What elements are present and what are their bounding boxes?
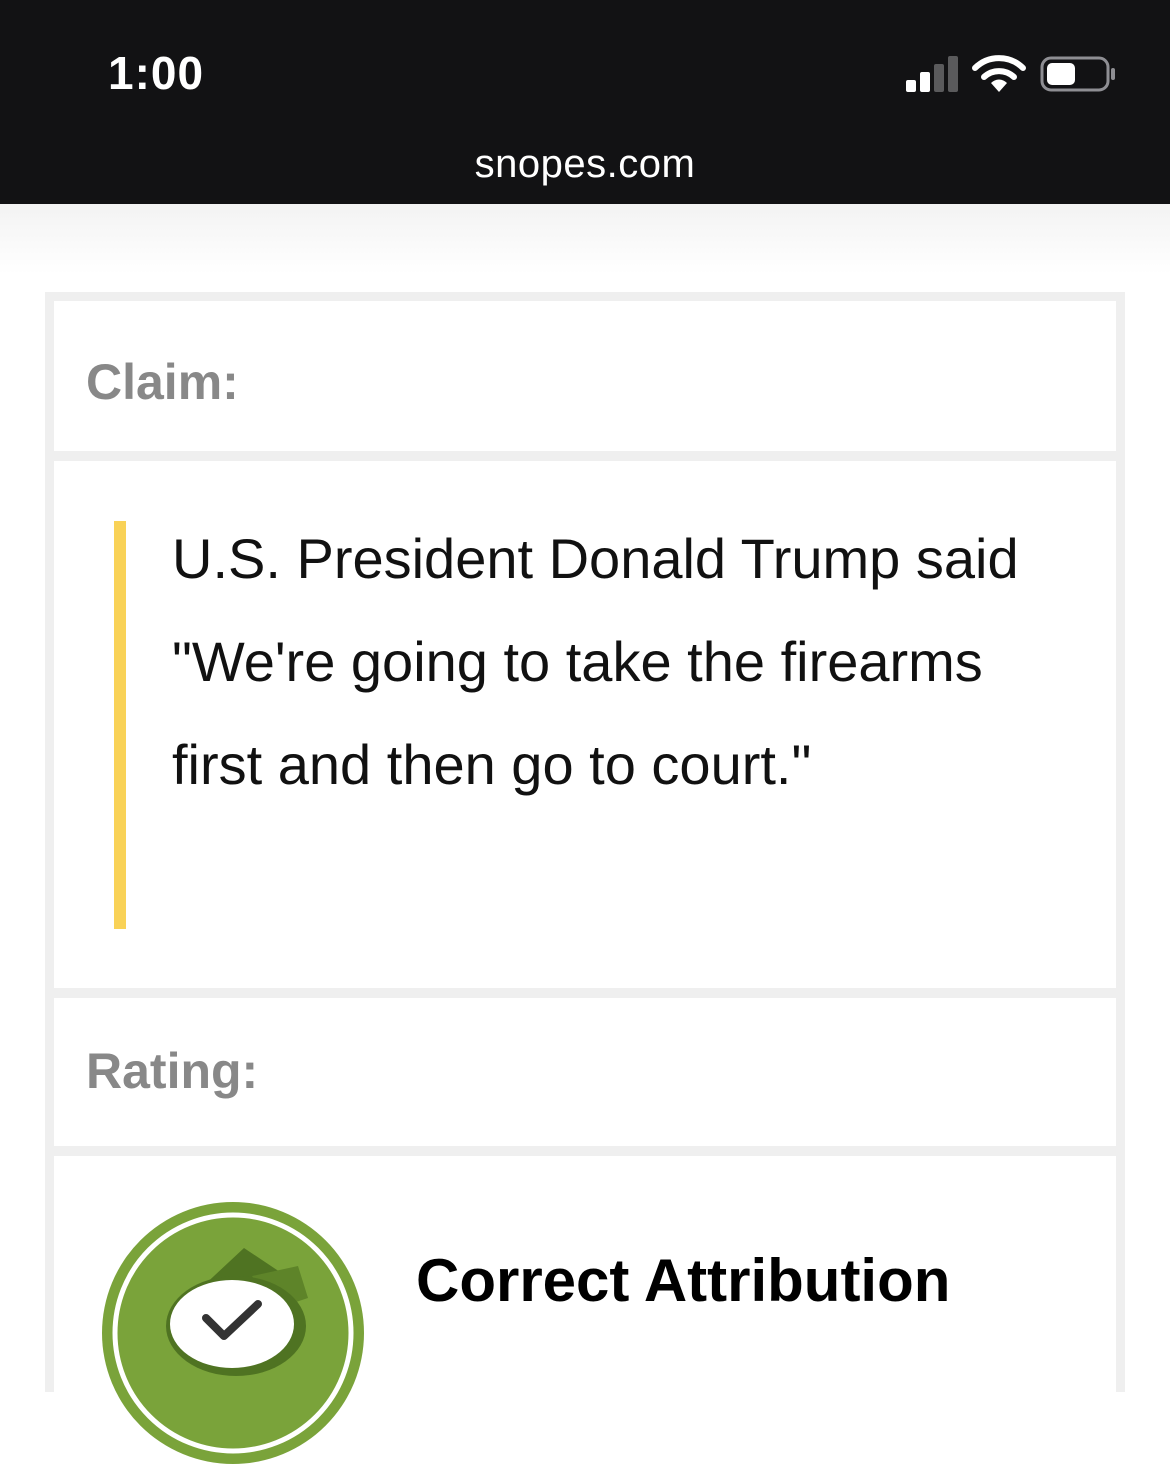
claim-header: Claim: bbox=[54, 301, 1116, 451]
wifi-icon bbox=[972, 55, 1026, 92]
address-bar-url[interactable]: snopes.com bbox=[0, 142, 1170, 187]
claim-body: U.S. President Donald Trump said "We're … bbox=[54, 461, 1116, 988]
header-shadow bbox=[0, 204, 1170, 274]
battery-icon bbox=[1040, 56, 1115, 92]
rating-value: Correct Attribution bbox=[416, 1247, 951, 1314]
rating-label: Rating: bbox=[86, 1043, 259, 1099]
correct-attribution-icon bbox=[102, 1202, 364, 1464]
claim-label: Claim: bbox=[86, 354, 239, 410]
clock-time: 1:00 bbox=[108, 47, 205, 99]
status-bar: 1:00 snopes.com bbox=[0, 0, 1170, 204]
quote-accent-bar bbox=[114, 521, 126, 929]
signal-icon bbox=[906, 56, 958, 92]
rating-body: Correct Attribution bbox=[54, 1156, 1116, 1464]
claim-text: U.S. President Donald Trump said "We're … bbox=[172, 527, 1019, 796]
fact-check-card: Claim: U.S. President Donald Trump said … bbox=[45, 292, 1125, 1464]
rating-header: Rating: bbox=[54, 998, 1116, 1146]
